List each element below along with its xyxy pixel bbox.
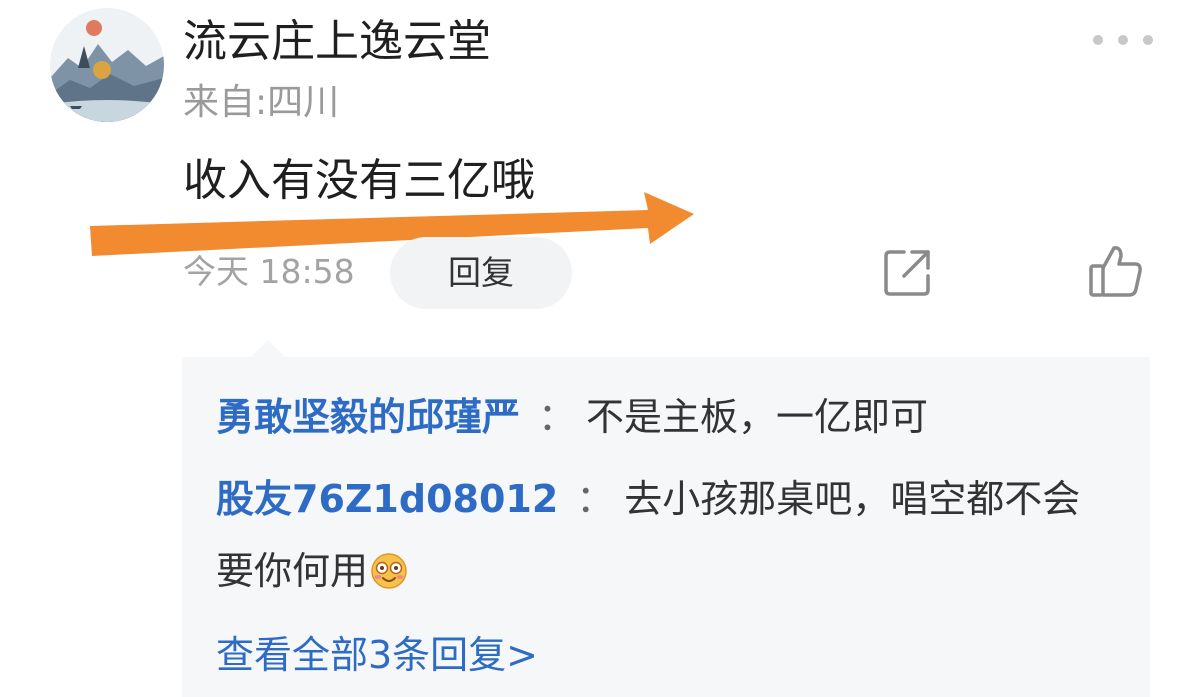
reply-item[interactable]: 勇敢坚毅的邱瑾严 ：不是主板，一亿即可 bbox=[216, 392, 928, 442]
arrow-annotation-icon bbox=[90, 192, 694, 256]
reply-item-continued: 要你何用 bbox=[216, 546, 408, 596]
smiling-face-emoji-icon bbox=[371, 553, 407, 589]
reply-box-caret bbox=[250, 340, 286, 358]
post-time: 今天 18:58 bbox=[183, 252, 355, 291]
reply-separator: ： bbox=[538, 395, 577, 439]
location-label: 来自:四川 bbox=[183, 82, 340, 123]
reply-separator: ： bbox=[576, 477, 615, 521]
reply-text: 不是主板，一亿即可 bbox=[586, 395, 929, 439]
view-all-replies-link[interactable]: 查看全部3条回复> bbox=[216, 630, 538, 680]
share-icon[interactable] bbox=[882, 246, 934, 298]
reply-text-continued: 要你何用 bbox=[216, 549, 369, 593]
more-icon[interactable] bbox=[1093, 28, 1153, 52]
reply-text: 去小孩那桌吧，唱空都不会 bbox=[624, 477, 1081, 521]
reply-author[interactable]: 勇敢坚毅的邱瑾严 bbox=[216, 395, 520, 439]
like-icon[interactable] bbox=[1088, 244, 1144, 298]
reply-author[interactable]: 股友76Z1d08012 bbox=[216, 477, 558, 521]
reply-item[interactable]: 股友76Z1d08012 ：去小孩那桌吧，唱空都不会 bbox=[216, 474, 1080, 524]
avatar[interactable] bbox=[50, 8, 164, 122]
reply-button[interactable]: 回复 bbox=[390, 237, 572, 309]
username[interactable]: 流云庄上逸云堂 bbox=[183, 14, 491, 70]
